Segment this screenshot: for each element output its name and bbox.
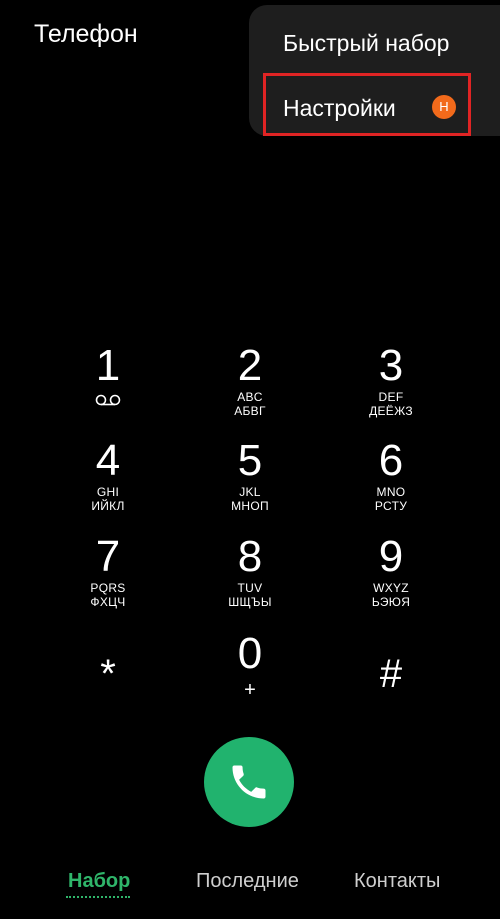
key-cyrillic-letters: ИЙКЛ (91, 499, 125, 513)
key-star[interactable]: * (48, 650, 168, 698)
voicemail-icon (95, 394, 121, 406)
key-5[interactable]: 5 JKL МНОП (190, 436, 310, 514)
key-hash[interactable]: # (331, 650, 451, 698)
key-digit: # (379, 652, 403, 696)
key-latin-letters: JKL (239, 485, 261, 499)
key-cyrillic-letters: ЬЭЮЯ (371, 595, 411, 609)
key-cyrillic-letters: ШЩЪЫ (228, 595, 272, 609)
tab-dialer[interactable]: Набор (68, 870, 130, 893)
key-8[interactable]: 8 TUV ШЩЪЫ (190, 532, 310, 610)
call-button[interactable] (204, 737, 294, 827)
key-digit: * (100, 652, 116, 696)
key-plus-label: + (244, 679, 256, 701)
key-6[interactable]: 6 MNO РСТУ (331, 436, 451, 514)
key-3[interactable]: 3 DEF ДЕЁЖЗ (331, 341, 451, 419)
tab-contacts[interactable]: Контакты (354, 870, 440, 893)
key-0[interactable]: 0 + (190, 629, 310, 701)
key-latin-letters: ABC (237, 390, 263, 404)
key-4[interactable]: 4 GHI ИЙКЛ (48, 436, 168, 514)
key-digit: 4 (95, 436, 121, 485)
key-latin-letters: MNO (376, 485, 406, 499)
key-digit: 1 (95, 341, 121, 390)
key-digit: 3 (378, 341, 404, 390)
key-latin-letters: TUV (237, 581, 263, 595)
key-9[interactable]: 9 WXYZ ЬЭЮЯ (331, 532, 451, 610)
key-latin-letters: PQRS (90, 581, 126, 595)
key-digit: 6 (378, 436, 404, 485)
key-cyrillic-letters: МНОП (231, 499, 269, 513)
key-latin-letters: WXYZ (373, 581, 409, 595)
key-1[interactable]: 1 (48, 342, 168, 406)
key-digit: 2 (237, 341, 263, 390)
key-7[interactable]: 7 PQRS ФХЦЧ (48, 532, 168, 610)
menu-item-speed-dial[interactable]: Быстрый набор (283, 30, 449, 57)
key-digit: 7 (95, 532, 121, 581)
tab-recents[interactable]: Последние (196, 870, 299, 893)
key-cyrillic-letters: РСТУ (374, 499, 408, 513)
key-latin-letters: DEF (378, 390, 404, 404)
active-tab-indicator (66, 896, 130, 898)
key-digit: 0 (237, 629, 263, 678)
phone-icon (232, 765, 266, 799)
key-digit: 8 (237, 532, 263, 581)
key-latin-letters: GHI (96, 485, 120, 499)
settings-badge: Н (432, 95, 456, 119)
key-cyrillic-letters: АБВГ (234, 404, 266, 418)
key-digit: 9 (378, 532, 404, 581)
page-title: Телефон (34, 20, 138, 48)
key-cyrillic-letters: ДЕЁЖЗ (369, 404, 413, 418)
key-digit: 5 (237, 436, 263, 485)
key-2[interactable]: 2 ABC АБВГ (190, 341, 310, 419)
key-cyrillic-letters: ФХЦЧ (90, 595, 126, 609)
